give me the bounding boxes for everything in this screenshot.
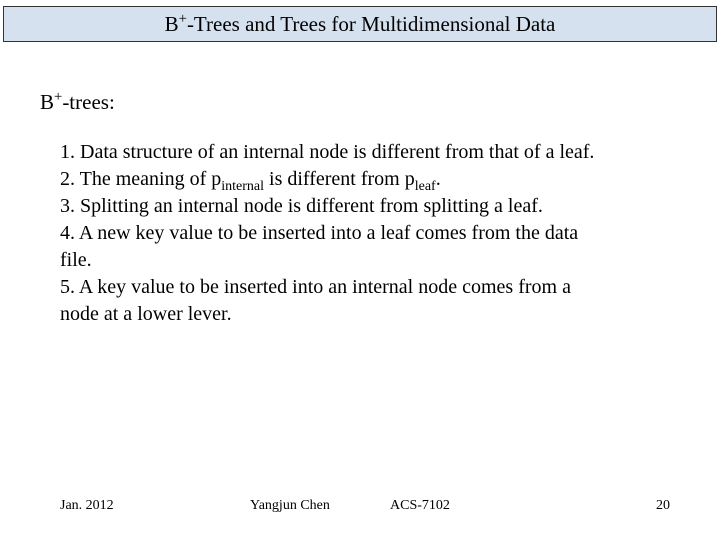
list-item: 4. A new key value to be inserted into a… (60, 220, 690, 247)
footer-date: Jan. 2012 (60, 498, 114, 514)
slide-body: B+-trees: 1. Data structure of an intern… (40, 90, 690, 328)
subheading-rest: -trees: (62, 90, 114, 114)
list-item-cont: node at a lower lever. (60, 301, 690, 328)
item2-a: 2. The meaning of p (60, 168, 221, 190)
footer-page: 20 (656, 498, 670, 514)
list-item: 1. Data structure of an internal node is… (60, 139, 690, 166)
title-bar: B+-Trees and Trees for Multidimensional … (3, 6, 717, 42)
item2-b: is different from p (264, 168, 415, 190)
item2-sub1: internal (221, 179, 264, 194)
title-prefix: B (165, 12, 179, 36)
title-sup: + (179, 11, 187, 27)
footer: Jan. 2012 Yangjun Chen ACS-7102 20 (0, 498, 720, 518)
footer-course: ACS-7102 (390, 498, 450, 514)
list-item-cont: file. (60, 247, 690, 274)
list-item: 5. A key value to be inserted into an in… (60, 274, 690, 301)
subheading-prefix: B (40, 90, 54, 114)
page-title: B+-Trees and Trees for Multidimensional … (165, 12, 556, 37)
list-item: 2. The meaning of pinternal is different… (60, 166, 690, 193)
item2-sub2: leaf (415, 179, 436, 194)
footer-author: Yangjun Chen (250, 498, 330, 514)
bullet-list: 1. Data structure of an internal node is… (60, 139, 690, 328)
list-item: 3. Splitting an internal node is differe… (60, 193, 690, 220)
slide: B+-Trees and Trees for Multidimensional … (0, 0, 720, 540)
title-rest: -Trees and Trees for Multidimensional Da… (187, 12, 555, 36)
subheading: B+-trees: (40, 90, 690, 115)
item2-c: . (436, 168, 441, 190)
